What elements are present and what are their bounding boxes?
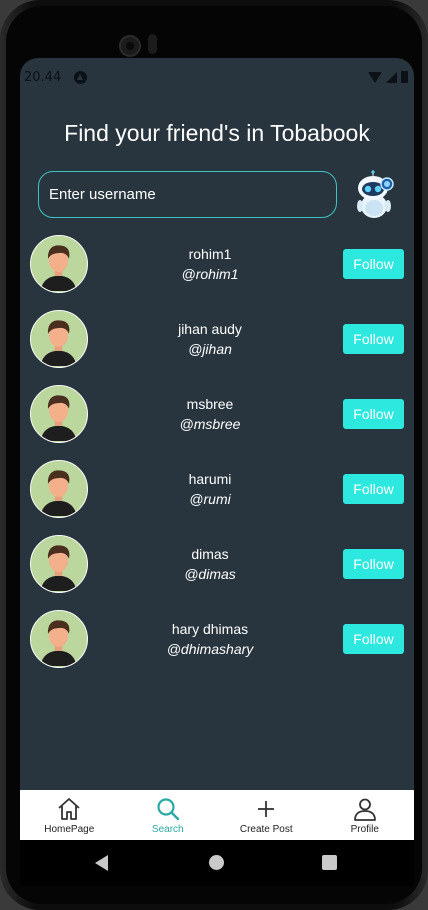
- status-icons: [368, 71, 408, 83]
- user-name: hary dhimas: [171, 621, 249, 637]
- notification-app-icon: [74, 71, 87, 84]
- avatar-person-icon: [31, 311, 86, 366]
- user-name: rohim1: [188, 246, 232, 262]
- avatar[interactable]: [30, 235, 88, 293]
- avatar[interactable]: [30, 460, 88, 518]
- follow-button[interactable]: Follow: [343, 399, 404, 429]
- avatar-person-icon: [31, 236, 86, 291]
- page-title: Find your friend's in Tobabook: [64, 120, 370, 146]
- nav-label: Create Post: [239, 824, 293, 835]
- user-handle: @rohim1: [181, 266, 239, 282]
- user-row: rohim1 @rohim1 Follow: [20, 233, 414, 295]
- app-screen: 20.44 Find your friend's in Tobabook Ent…: [20, 58, 414, 840]
- avatar[interactable]: [30, 535, 88, 593]
- avatar-person-icon: [31, 536, 86, 591]
- battery-icon: [401, 71, 408, 83]
- user-name: jihan audy: [178, 321, 242, 337]
- person-icon: [353, 798, 376, 821]
- nav-item-homepage[interactable]: HomePage: [20, 790, 119, 840]
- front-camera-icon: [119, 35, 141, 57]
- follow-button[interactable]: Follow: [343, 624, 404, 654]
- plus-icon: [258, 801, 275, 817]
- avatar[interactable]: [30, 385, 88, 443]
- search-icon: [157, 798, 179, 821]
- avatar-person-icon: [31, 611, 86, 666]
- bottom-nav: HomePage Search Create Post Profile: [20, 790, 414, 840]
- follow-button[interactable]: Follow: [343, 249, 404, 279]
- home-icon: [58, 798, 80, 820]
- avatar[interactable]: [30, 610, 88, 668]
- user-name: dimas: [191, 546, 229, 562]
- follow-button[interactable]: Follow: [343, 549, 404, 579]
- nav-item-search[interactable]: Search: [119, 790, 218, 840]
- user-handle: @msbree: [179, 416, 241, 432]
- nav-label: Profile: [350, 824, 379, 835]
- avatar-person-icon: [31, 386, 86, 441]
- back-icon[interactable]: [95, 855, 108, 871]
- android-system-nav: [20, 840, 414, 886]
- signal-icon: [386, 71, 397, 83]
- user-handle: @jihan: [188, 341, 232, 357]
- user-row: harumi @rumi Follow: [20, 458, 414, 520]
- robot-mascot-icon: [357, 170, 394, 218]
- status-bar: 20.44: [20, 70, 414, 90]
- follow-button[interactable]: Follow: [343, 324, 404, 354]
- sensor-icon: [148, 34, 157, 54]
- search-input[interactable]: [38, 171, 337, 218]
- user-handle: @dhimashary: [166, 641, 254, 657]
- nav-item-profile[interactable]: Profile: [316, 790, 415, 840]
- recents-icon[interactable]: [322, 855, 337, 870]
- user-handle: @rumi: [189, 491, 231, 507]
- nav-item-create-post[interactable]: Create Post: [217, 790, 316, 840]
- nav-label: HomePage: [44, 824, 95, 835]
- user-row: dimas @dimas Follow: [20, 533, 414, 595]
- status-time: 20.44: [24, 70, 62, 85]
- avatar[interactable]: [30, 310, 88, 368]
- avatar-person-icon: [31, 461, 86, 516]
- user-name: harumi: [188, 471, 232, 487]
- system-home-icon[interactable]: [209, 855, 224, 870]
- user-handle: @dimas: [184, 566, 236, 582]
- follow-button[interactable]: Follow: [343, 474, 404, 504]
- nav-label: Search: [151, 824, 184, 835]
- wifi-icon: [368, 71, 382, 83]
- user-name: msbree: [186, 396, 234, 412]
- user-row: msbree @msbree Follow: [20, 383, 414, 445]
- user-row: jihan audy @jihan Follow: [20, 308, 414, 370]
- user-row: hary dhimas @dhimashary Follow: [20, 608, 414, 670]
